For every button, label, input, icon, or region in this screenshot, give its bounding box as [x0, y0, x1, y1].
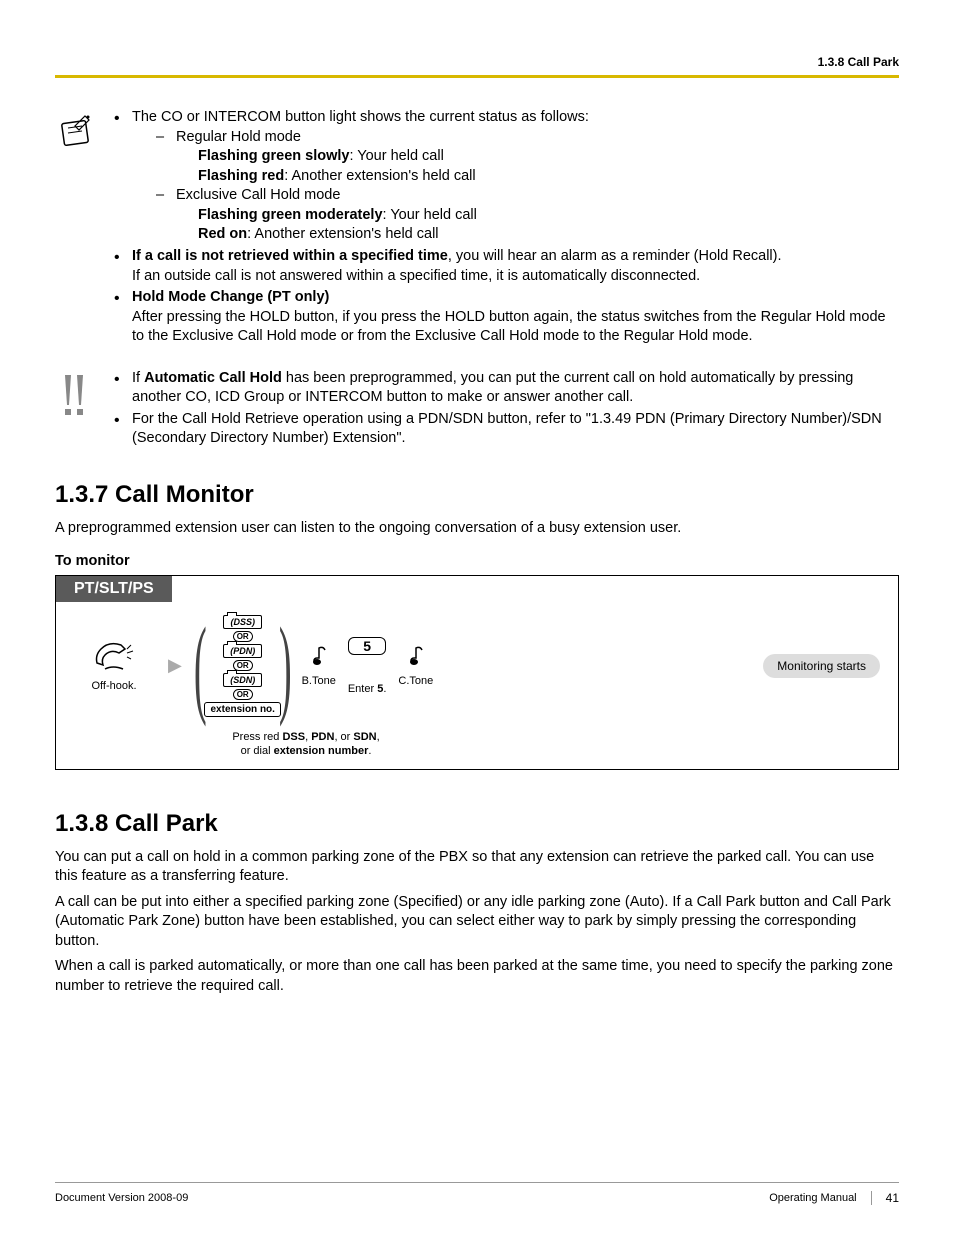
- sub1-l0-b: Flashing green moderately: [198, 207, 383, 223]
- offhook-caption: Off-hook.: [74, 680, 154, 692]
- sub1-l1-b: Red on: [198, 226, 247, 242]
- note2-bullet-1: For the Call Hold Retrieve operation usi…: [110, 410, 899, 449]
- sub1-l0-r: : Your held call: [383, 207, 477, 223]
- pcb3: SDN: [353, 731, 376, 743]
- note1-b0-sub0: Regular Hold mode Flashing green slowly:…: [154, 128, 899, 187]
- pcm3: ,: [377, 731, 380, 743]
- arrow-icon: ▶: [166, 655, 184, 676]
- sec137-intro: A preprogrammed extension user can liste…: [55, 519, 899, 539]
- pdn-button: (PDN): [223, 644, 262, 658]
- note1-bullet-2: Hold Mode Change (PT only) After pressin…: [110, 288, 899, 347]
- note1-bullet-0: The CO or INTERCOM button light shows th…: [110, 108, 899, 245]
- sub1-l1-r: : Another extension's held call: [247, 226, 438, 242]
- btone-label: B.Tone: [302, 675, 336, 687]
- note1-bullet-1: If a call is not retrieved within a spec…: [110, 247, 899, 286]
- diagram-tab: PT/SLT/PS: [56, 576, 172, 602]
- sec138-p2: When a call is parked automatically, or …: [55, 957, 899, 996]
- digit-5-button: 5: [348, 637, 386, 655]
- step-btone: B.Tone: [302, 644, 336, 687]
- footer-manual: Operating Manual: [769, 1192, 856, 1204]
- pcm2: , or: [334, 731, 353, 743]
- sub0-l0-b: Flashing green slowly: [198, 148, 349, 164]
- step-ctone: C.Tone: [398, 644, 433, 687]
- sec137-subhead: To monitor: [55, 553, 899, 569]
- n1b2-extra: After pressing the HOLD button, if you p…: [132, 308, 899, 347]
- step-digit-5: 5 Enter 5.: [348, 637, 387, 695]
- heading-138: 1.3.8 Call Park: [55, 810, 899, 838]
- note-block-important: If Automatic Call Hold has been preprogr…: [55, 369, 899, 451]
- note2-bullet-0: If Automatic Call Hold has been preprogr…: [110, 369, 899, 408]
- n1b1-rest: , you will hear an alarm as a reminder (…: [448, 248, 782, 264]
- n2b0-bold: Automatic Call Hold: [144, 370, 282, 386]
- dss-button: (DSS): [223, 615, 262, 629]
- pcb1: DSS: [282, 731, 305, 743]
- brace-right-icon: ): [279, 614, 292, 719]
- brace-left-icon: (: [194, 614, 207, 719]
- handset-icon: [91, 639, 137, 673]
- n1b2-bold: Hold Mode Change (PT only): [132, 289, 329, 305]
- header-rule: [55, 75, 899, 78]
- enter5-pre: Enter: [348, 683, 377, 695]
- exclamation-icon: [55, 371, 97, 419]
- sub0-l1-b: Flashing red: [198, 168, 284, 184]
- sec138-p1: A call can be put into either a specifie…: [55, 893, 899, 952]
- step-press-button: ( (DSS) OR (PDN) OR (SDN) OR extension n…: [196, 614, 290, 719]
- pcb2: PDN: [311, 731, 334, 743]
- n1b1-extra: If an outside call is not answered withi…: [132, 267, 899, 287]
- ctone-label: C.Tone: [398, 675, 433, 687]
- sub0-l0-r: : Your held call: [349, 148, 443, 164]
- enter5-post: .: [383, 683, 386, 695]
- pcb4: extension number: [274, 745, 369, 757]
- monitor-diagram: PT/SLT/PS Off-hook. ▶ ( (DSS) OR: [55, 575, 899, 770]
- sub1-title: Exclusive Call Hold mode: [176, 187, 340, 203]
- pc1: Press red: [232, 731, 282, 743]
- n1b1-bold: If a call is not retrieved within a spec…: [132, 248, 448, 264]
- note1-b0-sub1: Exclusive Call Hold mode Flashing green …: [154, 186, 899, 245]
- footer-page: 41: [871, 1191, 899, 1205]
- press-caption: Press red DSS, PDN, or SDN, or dial exte…: [196, 730, 416, 769]
- monitoring-pill: Monitoring starts: [763, 654, 880, 678]
- or-sep: OR: [233, 689, 253, 700]
- header-section-ref: 1.3.8 Call Park: [55, 55, 899, 75]
- notepad-icon: [55, 110, 97, 152]
- note-block-info: The CO or INTERCOM button light shows th…: [55, 108, 899, 349]
- pc2: or dial: [241, 745, 274, 757]
- extension-no-button: extension no.: [204, 702, 280, 717]
- tone-icon: [406, 644, 426, 670]
- sub0-title: Regular Hold mode: [176, 129, 301, 145]
- page-footer: Document Version 2008-09 Operating Manua…: [55, 1182, 899, 1205]
- heading-137: 1.3.7 Call Monitor: [55, 481, 899, 509]
- sec138-p0: You can put a call on hold in a common p…: [55, 848, 899, 887]
- step-offhook: Off-hook.: [74, 639, 154, 692]
- sdn-button: (SDN): [223, 673, 262, 687]
- footer-docver: Document Version 2008-09: [55, 1192, 188, 1204]
- tone-icon: [309, 644, 329, 670]
- n2b0-pre: If: [132, 370, 144, 386]
- sub0-l1-r: : Another extension's held call: [284, 168, 475, 184]
- note1-b0-lead: The CO or INTERCOM button light shows th…: [132, 109, 589, 125]
- pce: .: [368, 745, 371, 757]
